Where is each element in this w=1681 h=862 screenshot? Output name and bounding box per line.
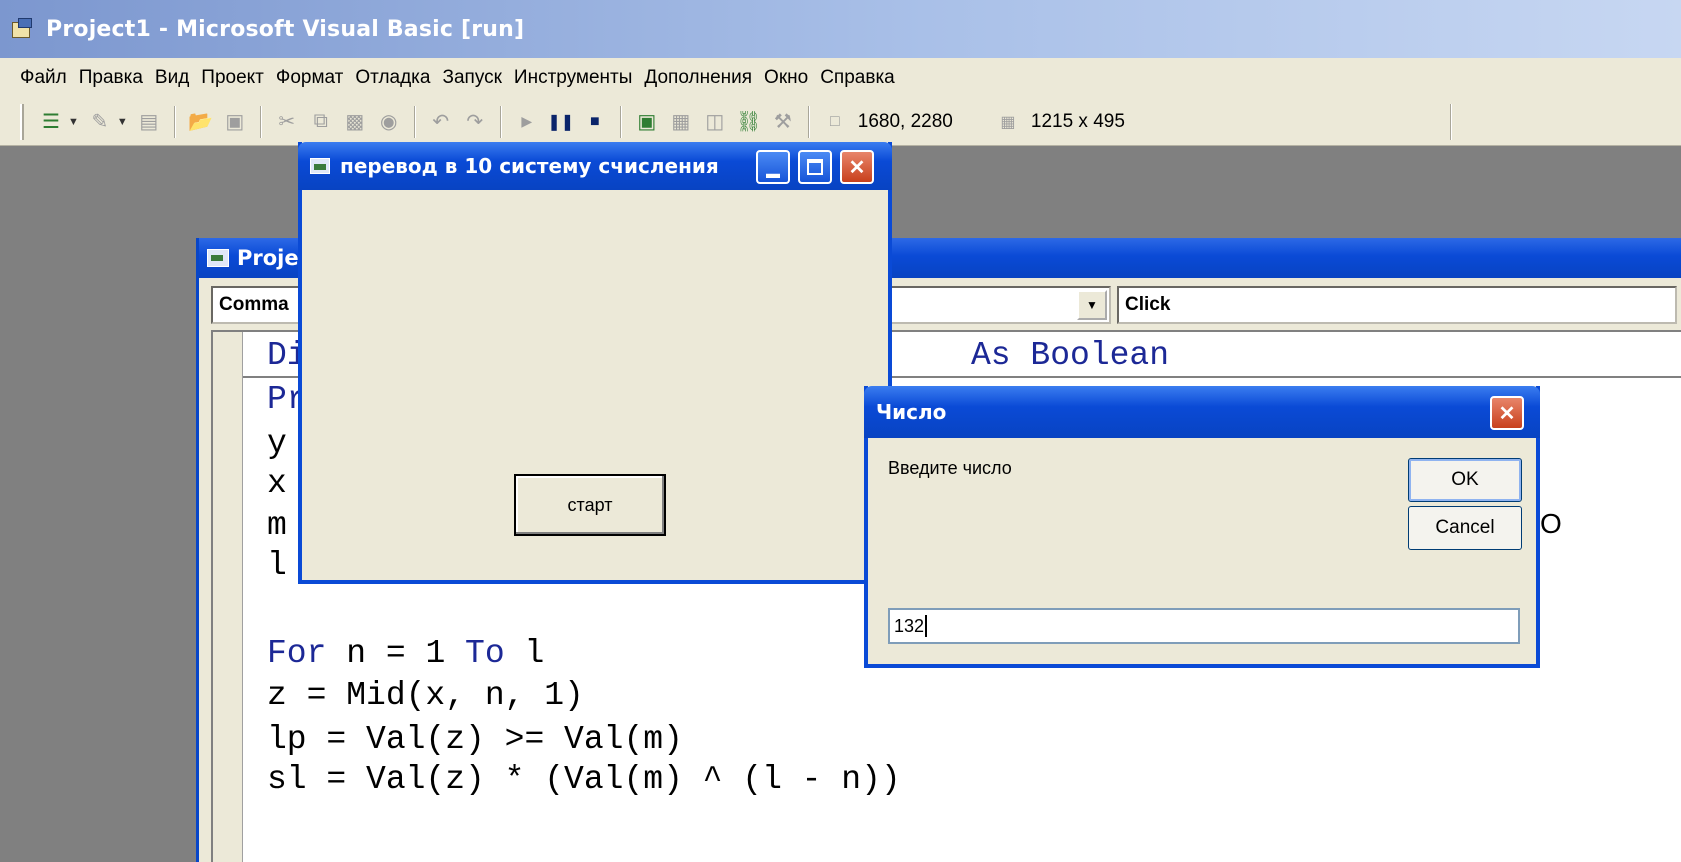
code-line: sl = Val(z) * (Val(m) ^ (l - n)) [267, 761, 901, 798]
dialog-title-bar[interactable]: Число ✕ [864, 386, 1540, 438]
save-icon[interactable]: ▣ [220, 107, 250, 137]
toolbar-separator [619, 105, 622, 138]
object-combo-value: Comma [219, 294, 289, 315]
menu-run[interactable]: Запуск [436, 67, 507, 89]
procedure-combo-value: Click [1125, 294, 1171, 315]
vb-window-title: Project1 - Microsoft Visual Basic [run] [46, 16, 525, 42]
menu-addins[interactable]: Дополнения [638, 67, 758, 89]
close-icon: ✕ [1498, 402, 1516, 425]
text-caret [925, 615, 928, 637]
form-title: перевод в 10 систему счисления [340, 154, 719, 178]
start-button[interactable]: старт [514, 474, 666, 536]
number-input[interactable]: 132 [888, 608, 1520, 644]
find-icon[interactable]: ◉ [374, 107, 404, 137]
maximize-icon [807, 159, 823, 175]
code-line-for: For n = 1 To l [267, 635, 545, 672]
properties-icon[interactable]: ▦ [666, 107, 696, 137]
procedure-combo[interactable]: Click [1117, 286, 1677, 324]
object-browser-icon[interactable]: ⛓ [734, 107, 764, 137]
vb-title-bar[interactable]: Project1 - Microsoft Visual Basic [run] [0, 0, 1681, 58]
size-readout: 1215 x 495 [1030, 110, 1125, 132]
cut-icon[interactable]: ✂ [272, 107, 302, 137]
stop-icon[interactable]: ■ [580, 107, 610, 137]
paste-icon[interactable]: ▩ [340, 107, 370, 137]
menu-window[interactable]: Окно [758, 67, 814, 89]
code-line: m [267, 507, 287, 544]
add-project-icon[interactable]: ☰ [36, 107, 66, 137]
minimize-icon: ▬ [766, 165, 780, 181]
menu-format[interactable]: Формат [270, 67, 350, 89]
dialog-close-button[interactable]: ✕ [1490, 396, 1524, 430]
menu-bar: Файл Правка Вид Проект Формат Отладка За… [0, 58, 1681, 98]
position-readout: 1680, 2280 [857, 110, 953, 132]
ok-button[interactable]: OK [1408, 458, 1522, 502]
toolbar-separator [259, 105, 262, 138]
undo-icon[interactable]: ↶ [426, 107, 456, 137]
dialog-title: Число [876, 400, 947, 424]
toolbar-separator [807, 105, 810, 138]
menu-file[interactable]: Файл [14, 67, 73, 89]
toolbar-separator [173, 105, 176, 138]
code-line: z = Mid(x, n, 1) [267, 677, 584, 714]
menu-project[interactable]: Проект [195, 67, 270, 89]
toolbar-separator [413, 105, 416, 138]
code-line: y [267, 425, 287, 462]
maximize-button[interactable] [798, 150, 832, 184]
visual-basic-icon [10, 16, 36, 42]
menu-debug[interactable]: Отладка [349, 67, 436, 89]
size-icon: ▦ [1000, 113, 1016, 131]
add-form-icon[interactable]: ✎ [85, 107, 115, 137]
menu-edit[interactable]: Правка [73, 67, 149, 89]
code-window-title: Proje [237, 246, 299, 270]
number-input-value: 132 [894, 615, 925, 636]
form-window: перевод в 10 систему счисления ▬ ✕ старт [298, 142, 892, 584]
toolbar-grip[interactable] [20, 103, 24, 140]
menu-help[interactable]: Справка [814, 67, 901, 89]
redo-icon[interactable]: ↷ [460, 107, 490, 137]
standard-toolbar: ☰ ▼ ✎ ▼ ▤ 📂 ▣ ✂ ⧉ ▩ ◉ ↶ ↷ ▶ ❚❚ ■ ▣ ▦ ◫ ⛓… [0, 98, 1681, 146]
dialog-prompt: Введите число [888, 458, 1012, 478]
code-fragment: O [1540, 508, 1562, 539]
code-window-icon [207, 249, 229, 267]
chevron-down-icon[interactable]: ▼ [1077, 290, 1107, 320]
copy-icon[interactable]: ⧉ [306, 107, 336, 137]
minimize-button[interactable]: ▬ [756, 150, 790, 184]
chevron-down-icon[interactable]: ▼ [117, 116, 128, 128]
pause-icon[interactable]: ❚❚ [546, 107, 576, 137]
position-icon: □ [829, 112, 840, 130]
menu-tools[interactable]: Инструменты [508, 67, 638, 89]
form-close-button[interactable]: ✕ [840, 150, 874, 184]
form-icon [310, 158, 330, 174]
code-line: l [267, 547, 287, 584]
toolbox-icon[interactable]: ⚒ [768, 107, 798, 137]
form-title-bar[interactable]: перевод в 10 систему счисления ▬ ✕ [298, 142, 892, 190]
project-explorer-icon[interactable]: ▣ [632, 107, 662, 137]
run-icon[interactable]: ▶ [512, 107, 542, 137]
menu-editor-icon[interactable]: ▤ [134, 107, 164, 137]
menu-view[interactable]: Вид [149, 67, 195, 89]
code-line: lp = Val(z) >= Val(m) [267, 721, 683, 758]
toolbar-separator [1450, 104, 1452, 140]
code-line: x [267, 465, 287, 502]
code-line-tail: As Boolean [971, 337, 1170, 374]
input-dialog: Число ✕ Введите число OK Cancel 132 [864, 386, 1540, 668]
chevron-down-icon[interactable]: ▼ [68, 116, 79, 128]
cancel-button[interactable]: Cancel [1408, 506, 1522, 550]
close-icon: ✕ [848, 156, 866, 179]
open-icon[interactable]: 📂 [186, 107, 216, 137]
toolbar-separator [499, 105, 502, 138]
code-margin [213, 332, 243, 862]
form-layout-icon[interactable]: ◫ [700, 107, 730, 137]
